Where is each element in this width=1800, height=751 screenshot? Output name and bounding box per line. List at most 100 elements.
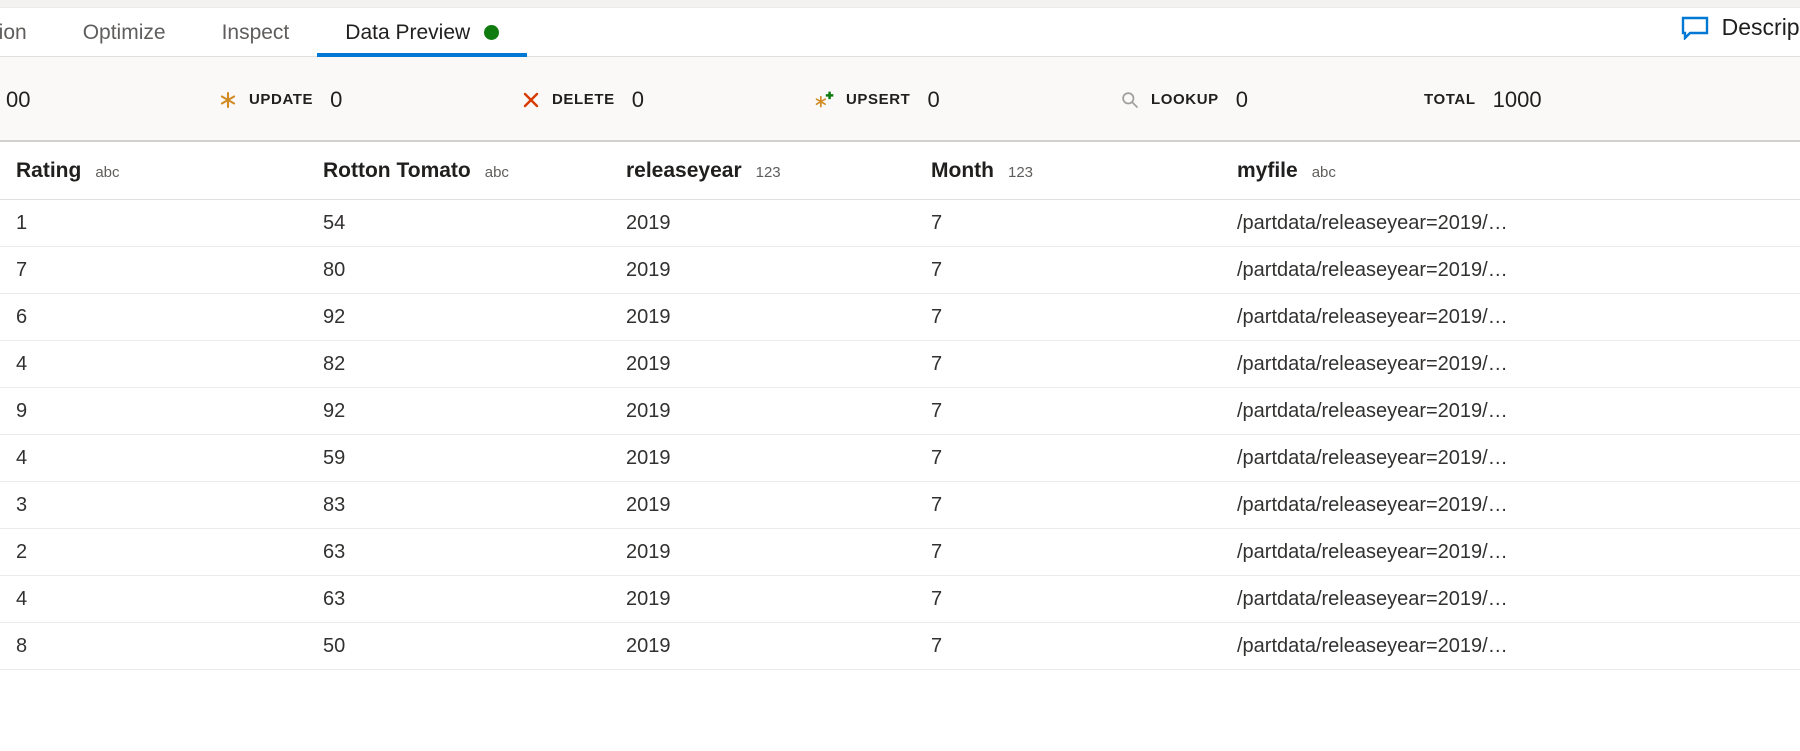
search-icon <box>1120 90 1140 110</box>
column-header-label: Rating <box>16 158 82 182</box>
table-row[interactable]: 4 82 2019 7/partdata/releaseyear=2019/… <box>0 341 1800 388</box>
table-cell: 7 <box>931 258 943 281</box>
table-cell: 7 <box>931 587 943 610</box>
column-header-rotton-tomato[interactable]: Rotton Tomato abc <box>307 159 610 183</box>
table-row[interactable]: 4 59 2019 7/partdata/releaseyear=2019/… <box>0 435 1800 482</box>
stat-label: UPSERT <box>846 91 911 108</box>
table-cell: 4 <box>16 587 28 610</box>
window-top-strip <box>0 0 1800 8</box>
table-cell: 2 <box>16 540 28 563</box>
column-type-badge: abc <box>95 163 120 181</box>
tab-inspect[interactable]: Inspect <box>194 8 318 57</box>
table-cell: 2019 <box>626 211 671 234</box>
close-x-icon <box>521 90 541 110</box>
stat-label: UPDATE <box>249 91 314 108</box>
table-cell: 7 <box>931 352 943 375</box>
column-type-badge: 123 <box>1007 163 1034 181</box>
table-cell: /partdata/releaseyear=2019/… <box>1237 211 1508 234</box>
table-cell: 7 <box>931 634 943 657</box>
table-cell: 50 <box>323 634 346 657</box>
column-header-rating[interactable]: Rating abc <box>0 159 307 183</box>
column-header-label: Rotton Tomato <box>323 158 471 182</box>
stats-bar: 00 UPDATE 0 DELETE 0 UPSERT 0 LOOKUP 0 TOTAL 1000 <box>0 57 1800 142</box>
table-cell: 2019 <box>626 352 671 375</box>
table-cell: /partdata/releaseyear=2019/… <box>1237 587 1508 610</box>
asterisk-icon <box>218 90 238 110</box>
table-cell: 7 <box>931 446 943 469</box>
stat-total: TOTAL 1000 <box>1424 57 1542 142</box>
tab-label: Optimize <box>82 20 166 44</box>
table-cell: 80 <box>323 258 346 281</box>
table-cell: 2019 <box>626 258 671 281</box>
stat-value: 00 <box>6 86 31 112</box>
stat-delete: DELETE 0 <box>521 57 644 142</box>
tab-label: jection <box>0 20 27 44</box>
table-cell: 3 <box>16 493 28 516</box>
table-cell: 8 <box>16 634 28 657</box>
table-cell: 2019 <box>626 446 671 469</box>
table-row[interactable]: 6 92 2019 7/partdata/releaseyear=2019/… <box>0 294 1800 341</box>
table-cell: /partdata/releaseyear=2019/… <box>1237 258 1508 281</box>
table-row[interactable]: 2 63 2019 7/partdata/releaseyear=2019/… <box>0 529 1800 576</box>
table-cell: 2019 <box>626 399 671 422</box>
column-header-releaseyear[interactable]: releaseyear 123 <box>610 159 915 183</box>
table-cell: /partdata/releaseyear=2019/… <box>1237 634 1508 657</box>
table-cell: 2019 <box>626 305 671 328</box>
data-preview-grid: Rating abc Rotton Tomato abc releaseyear 123 M… <box>0 142 1800 670</box>
column-header-month[interactable]: Month 123 <box>915 159 1221 183</box>
table-cell: 7 <box>931 211 943 234</box>
table-row[interactable]: 4 63 2019 7/partdata/releaseyear=2019/… <box>0 576 1800 623</box>
table-cell: 4 <box>16 446 28 469</box>
column-type-badge: abc <box>484 163 509 181</box>
tab-optimize[interactable]: Optimize <box>55 8 194 57</box>
tab-bar: jection Optimize Inspect Data Preview Descr… <box>0 8 1800 57</box>
grid-body: 1 54 2019 7/partdata/releaseyear=2019/… 7 80 2… <box>0 200 1800 670</box>
asterisk-plus-icon <box>815 90 835 110</box>
table-row[interactable]: 3 83 2019 7/partdata/releaseyear=2019/… <box>0 482 1800 529</box>
table-cell: 6 <box>16 305 28 328</box>
table-cell: 2019 <box>626 493 671 516</box>
column-header-myfile[interactable]: myfile abc <box>1221 159 1741 183</box>
grid-header-row: Rating abc Rotton Tomato abc releaseyear 123 M… <box>0 142 1800 200</box>
table-cell: 2019 <box>626 634 671 657</box>
column-header-label: releaseyear <box>626 158 742 182</box>
tab-data-preview[interactable]: Data Preview <box>317 8 528 57</box>
table-cell: /partdata/releaseyear=2019/… <box>1237 446 1508 469</box>
table-cell: 82 <box>323 352 346 375</box>
table-cell: /partdata/releaseyear=2019/… <box>1237 305 1508 328</box>
table-row[interactable]: 8 50 2019 7/partdata/releaseyear=2019/… <box>0 623 1800 670</box>
stat-value: 1000 <box>1492 86 1542 112</box>
column-header-label: Month <box>931 158 994 182</box>
table-cell: 7 <box>931 305 943 328</box>
table-cell: 7 <box>931 540 943 563</box>
table-cell: 9 <box>16 399 28 422</box>
tab-list: jection Optimize Inspect Data Preview <box>0 8 528 57</box>
table-cell: 4 <box>16 352 28 375</box>
table-cell: /partdata/releaseyear=2019/… <box>1237 493 1508 516</box>
table-row[interactable]: 1 54 2019 7/partdata/releaseyear=2019/… <box>0 200 1800 247</box>
column-type-badge: abc <box>1311 163 1336 181</box>
table-cell: 83 <box>323 493 346 516</box>
column-header-label: myfile <box>1237 158 1298 182</box>
table-cell: /partdata/releaseyear=2019/… <box>1237 540 1508 563</box>
describe-button[interactable]: Descript <box>1681 14 1800 41</box>
stat-value: 0 <box>1235 86 1249 112</box>
stat-label: TOTAL <box>1424 91 1476 108</box>
table-cell: 2019 <box>626 540 671 563</box>
stat-lookup: LOOKUP 0 <box>1120 57 1248 142</box>
table-cell: 2019 <box>626 587 671 610</box>
table-cell: 1 <box>16 211 28 234</box>
table-cell: 54 <box>323 211 346 234</box>
table-row[interactable]: 9 92 2019 7/partdata/releaseyear=2019/… <box>0 388 1800 435</box>
stat-update: UPDATE 0 <box>218 57 342 142</box>
table-cell: 92 <box>323 305 346 328</box>
column-type-badge: 123 <box>755 163 781 181</box>
stat-upsert: UPSERT 0 <box>815 57 940 142</box>
table-cell: 92 <box>323 399 346 422</box>
table-cell: 63 <box>323 540 346 563</box>
table-row[interactable]: 7 80 2019 7/partdata/releaseyear=2019/… <box>0 247 1800 294</box>
tab-label: Data Preview <box>345 20 471 44</box>
tab-jection[interactable]: jection <box>0 8 55 57</box>
tab-label: Inspect <box>221 20 290 44</box>
table-cell: 7 <box>931 399 943 422</box>
